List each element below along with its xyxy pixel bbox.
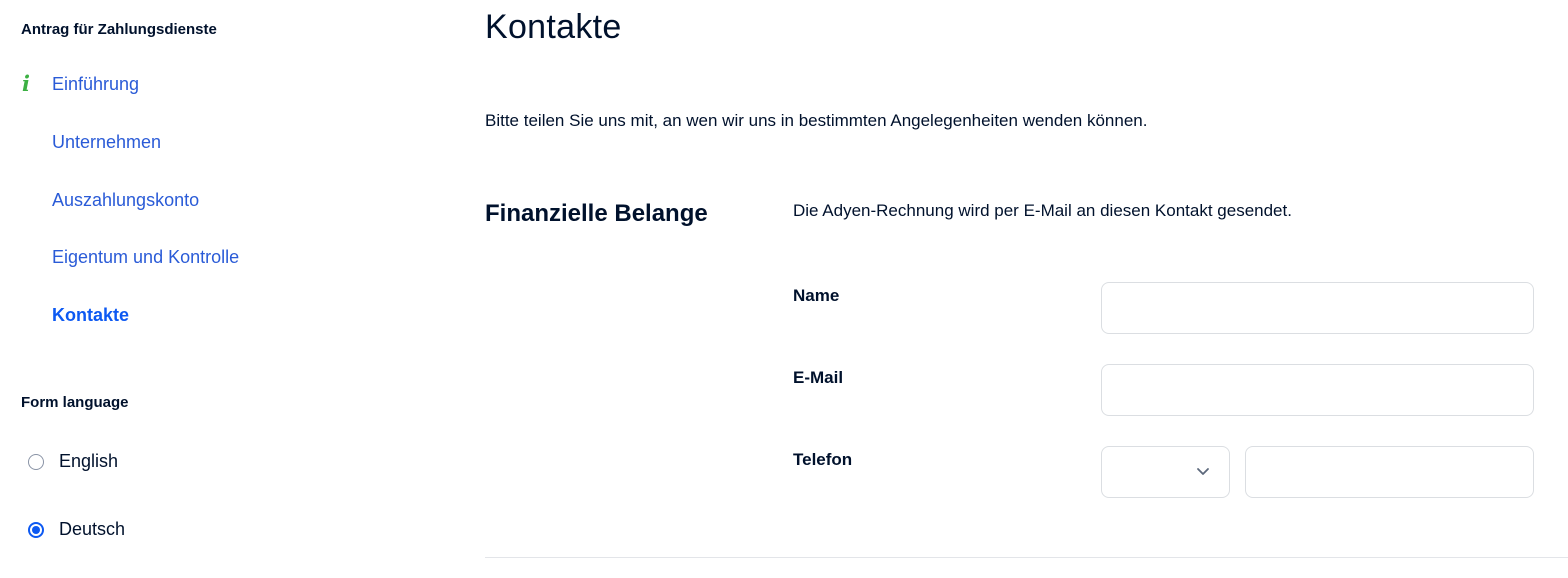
intro-text: Bitte teilen Sie uns mit, an wen wir uns… <box>485 111 1148 130</box>
radio-label-english: English <box>59 451 119 471</box>
chevron-down-icon <box>1197 468 1209 475</box>
sidebar-item-einfuehrung[interactable]: Einführung <box>52 74 139 95</box>
sidebar-item-unternehmen[interactable]: Unternehmen <box>52 132 161 153</box>
name-label: Name <box>793 286 840 305</box>
sidebar-item-kontakte[interactable]: Kontakte <box>52 305 129 326</box>
sidebar-item-auszahlungskonto[interactable]: Auszahlungskonto <box>52 190 199 211</box>
page: Antrag für Zahlungsdienste i Einführung … <box>0 0 1568 578</box>
radio-english[interactable] <box>28 453 44 470</box>
sidebar: Antrag für Zahlungsdienste i Einführung … <box>0 0 440 578</box>
language-option-english[interactable]: English <box>28 451 118 472</box>
form-language-title: Form language <box>21 394 129 411</box>
phone-label: Telefon <box>793 450 853 469</box>
sidebar-title: Antrag für Zahlungsdienste <box>21 21 217 38</box>
section-description: Die Adyen-Rechnung wird per E-Mail an di… <box>793 201 1292 220</box>
email-label: E-Mail <box>793 368 844 387</box>
radio-deutsch[interactable] <box>28 521 44 538</box>
radio-label-deutsch: Deutsch <box>59 519 126 539</box>
email-input[interactable] <box>1101 364 1534 416</box>
info-icon: i <box>22 71 30 96</box>
name-input[interactable] <box>1101 282 1534 334</box>
language-option-deutsch[interactable]: Deutsch <box>28 519 125 540</box>
sidebar-item-eigentum-und-kontrolle[interactable]: Eigentum und Kontrolle <box>52 247 239 268</box>
page-title: Kontakte <box>485 8 622 46</box>
section-title: Finanzielle Belange <box>485 200 708 227</box>
section-divider <box>485 557 1568 558</box>
phone-number-input[interactable] <box>1245 446 1534 498</box>
phone-country-code-select[interactable] <box>1101 446 1230 498</box>
